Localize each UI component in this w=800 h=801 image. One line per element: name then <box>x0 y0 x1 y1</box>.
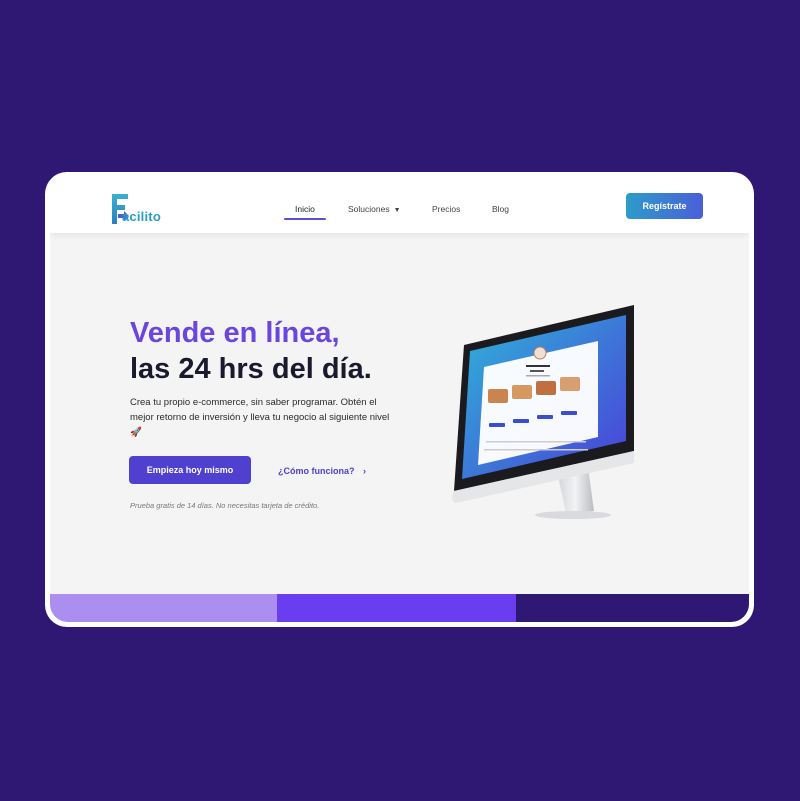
website: acilito Inicio Soluciones ▼ Precios Blog … <box>50 177 749 622</box>
nav-soluciones-label: Soluciones <box>348 204 390 214</box>
stripe-violet <box>277 594 516 622</box>
how-it-works-label: ¿Cómo funciona? <box>278 466 355 476</box>
trial-note: Prueba gratis de 14 días. No necesitas t… <box>130 501 320 510</box>
nav-soluciones[interactable]: Soluciones ▼ <box>348 204 401 214</box>
stripe-lavender <box>50 594 277 622</box>
nav-active-indicator <box>284 218 326 220</box>
hero-title-line1: Vende en línea, <box>130 317 340 349</box>
navbar: acilito Inicio Soluciones ▼ Precios Blog … <box>50 177 749 233</box>
start-today-button[interactable]: Empieza hoy mismo <box>129 456 251 484</box>
register-button[interactable]: Regístrate <box>626 193 703 219</box>
how-it-works-link[interactable]: ¿Cómo funciona? › <box>278 466 366 476</box>
hero-description: Crea tu propio e-commerce, sin saber pro… <box>130 397 390 438</box>
hero-title-line2: las 24 hrs del día. <box>130 353 372 385</box>
imac-mockup <box>452 305 634 519</box>
logo-wordmark: acilito <box>122 209 161 224</box>
chevron-right-icon: › <box>363 466 367 476</box>
browser-frame: acilito Inicio Soluciones ▼ Precios Blog … <box>45 172 754 627</box>
stripe-indigo <box>516 594 749 622</box>
chevron-down-icon: ▼ <box>393 207 401 214</box>
nav-blog[interactable]: Blog <box>492 204 509 214</box>
nav-precios[interactable]: Precios <box>432 204 460 214</box>
nav-inicio[interactable]: Inicio <box>295 204 315 214</box>
